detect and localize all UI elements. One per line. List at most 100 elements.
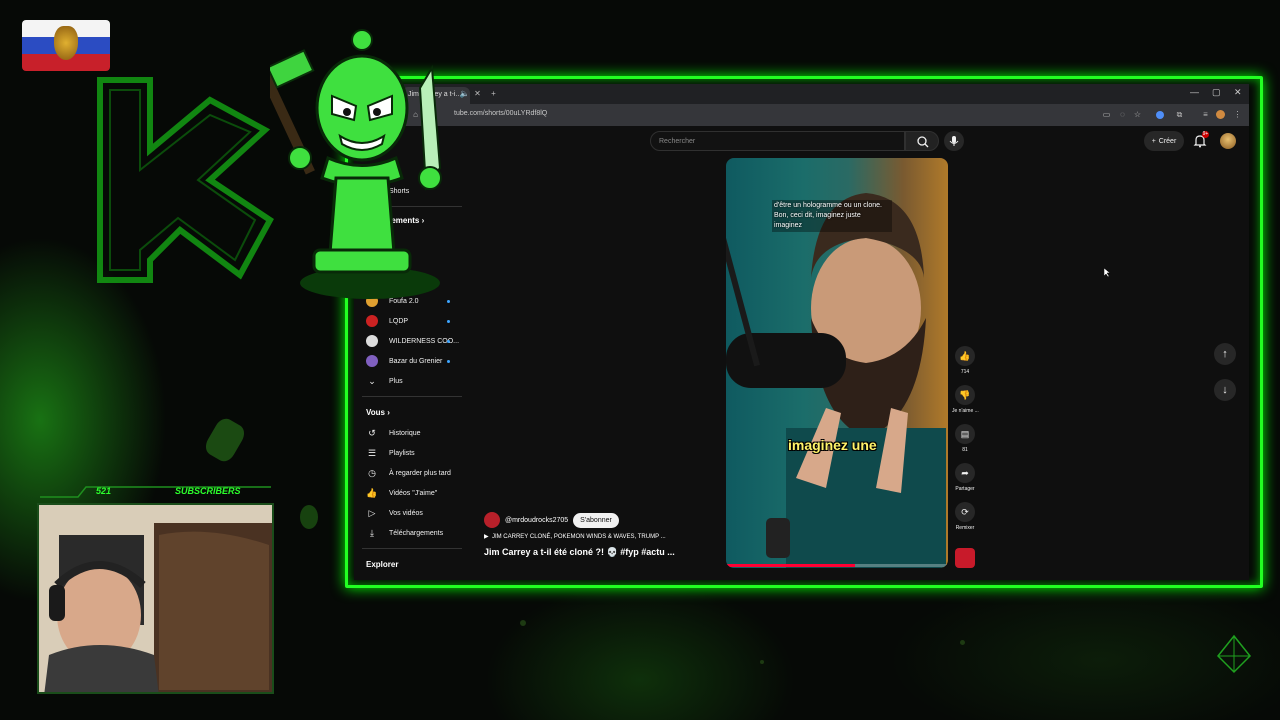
sidebar-channel-item[interactable]: Bazar du Grenier — [366, 352, 462, 370]
sidebar-divider — [362, 396, 462, 397]
mouse-cursor-icon — [1104, 268, 1110, 277]
sidebar-item-liked-videos[interactable]: 👍 Vidéos "J'aime" — [366, 484, 462, 502]
user-avatar[interactable] — [1220, 133, 1236, 149]
new-tab-icon[interactable]: + — [488, 88, 499, 99]
channel-avatar[interactable] — [484, 512, 500, 528]
short-channel-row: @mrdoudrocks2705 S'abonner — [484, 510, 619, 530]
subscriber-counter: 521 SUBSCRIBERS — [38, 485, 273, 499]
channel-avatar — [366, 315, 378, 327]
eye-off-icon[interactable]: ◌ — [1117, 109, 1128, 120]
sidebar-item-playlists[interactable]: ☰ Playlists — [366, 444, 462, 462]
like-button[interactable]: 👍 714 — [952, 346, 978, 375]
comment-icon: ▤ — [955, 424, 975, 444]
short-video-player[interactable]: d'être un hologramme ou un clone. Bon, c… — [726, 158, 948, 568]
remix-label: Remixer — [955, 525, 975, 531]
sidebar-item-downloads[interactable]: ⤓ Téléchargements — [366, 524, 462, 542]
create-button[interactable]: + Créer — [1144, 131, 1184, 151]
play-icon: ▶ — [484, 534, 489, 540]
short-sound-link[interactable]: ▶ JIM CARREY CLONÉ, POKEMON WINDS & WAVE… — [484, 533, 666, 540]
short-title[interactable]: Jim Carrey a t-il été cloné ?! 💀 #fyp #a… — [484, 547, 675, 558]
background-speck — [760, 660, 764, 664]
chess-mascot-image — [270, 29, 442, 299]
extensions-puzzle-icon[interactable]: ⧉ — [1174, 109, 1185, 120]
share-button[interactable]: ➦ Partager — [952, 463, 978, 492]
share-label: Partager — [955, 486, 975, 492]
channel-name: Bazar du Grenier — [389, 357, 443, 365]
create-label: Créer — [1158, 137, 1177, 145]
maximize-icon[interactable]: ▢ — [1212, 87, 1221, 98]
next-short-button[interactable]: ↓ — [1214, 379, 1236, 401]
subscriber-label: SUBSCRIBERS — [175, 486, 241, 496]
sound-thumbnail[interactable] — [955, 548, 975, 568]
thumbs-up-icon: 👍 — [955, 346, 975, 366]
youtube-page: ▶ Shorts Abonnements › Foufa 2.0 LQDP — [354, 126, 1249, 580]
background-splatter — [300, 505, 318, 529]
menu-kebab-icon[interactable]: ⋮ — [1232, 109, 1243, 120]
new-content-dot — [447, 340, 450, 343]
search-input[interactable]: Rechercher — [650, 131, 905, 151]
minimize-icon[interactable]: — — [1190, 87, 1199, 97]
sidebar-item-label: Historique — [389, 429, 421, 437]
remix-button[interactable]: ⟳ Remixer — [952, 502, 978, 531]
crystal-logo-icon — [1216, 634, 1252, 674]
tab-bar: Jim Carrey a t-i... 🔈 ✕ + — ▢ ✕ — [354, 84, 1249, 104]
thumbs-up-icon: 👍 — [366, 487, 378, 498]
russian-flag-image — [22, 20, 110, 72]
dislike-button[interactable]: 👎 Je n'aime ... — [952, 385, 979, 414]
channel-avatar — [366, 335, 378, 347]
sidebar-channel-item[interactable]: LQDP — [366, 312, 462, 330]
video-progress-bar[interactable] — [726, 564, 948, 567]
clock-icon: ◷ — [368, 467, 376, 478]
search-icon — [917, 136, 929, 148]
you-header[interactable]: Vous › — [366, 408, 390, 417]
search-button[interactable] — [905, 131, 939, 151]
sidebar-item-more[interactable]: ⌄ Plus — [366, 372, 462, 390]
notification-badge: 9+ — [1202, 131, 1209, 138]
new-content-dot — [447, 320, 450, 323]
extension-icon[interactable] — [1156, 111, 1164, 119]
dislike-label: Je n'aime ... — [952, 408, 979, 414]
voice-search-button[interactable] — [944, 131, 964, 151]
webcam-image — [39, 505, 272, 692]
plus-icon: + — [1151, 137, 1156, 145]
sidebar-item-history[interactable]: ↺ Historique — [366, 424, 462, 442]
explore-header: Explorer — [366, 560, 399, 569]
sidebar-item-label: Plus — [389, 377, 403, 385]
background-speck — [960, 640, 965, 645]
share-arrow-icon: ➦ — [955, 463, 975, 483]
sidebar-channel-item[interactable]: WILDERNESS COO... — [366, 332, 462, 350]
channel-handle[interactable]: @mrdoudrocks2705 — [505, 517, 568, 524]
like-count: 714 — [960, 369, 970, 375]
comments-button[interactable]: ▤ 81 — [952, 424, 978, 453]
profile-avatar[interactable] — [1216, 110, 1225, 119]
sidebar-item-watch-later[interactable]: ◷ À regarder plus tard — [366, 464, 462, 482]
channel-avatar — [366, 355, 378, 367]
cast-icon[interactable]: ▭ — [1101, 109, 1112, 120]
close-window-icon[interactable]: ✕ — [1234, 87, 1242, 98]
previous-short-button[interactable]: ↑ — [1214, 343, 1236, 365]
sidebar-item-label: Playlists — [389, 449, 415, 457]
download-icon: ⤓ — [370, 527, 374, 538]
burned-in-caption: imaginez une — [788, 437, 877, 453]
sidebar-item-label: Vidéos "J'aime" — [389, 489, 438, 497]
new-content-dot — [447, 360, 450, 363]
sound-title: JIM CARREY CLONÉ, POKEMON WINDS & WAVES,… — [491, 534, 666, 540]
microphone-icon — [949, 136, 959, 146]
close-tab-icon[interactable]: ✕ — [472, 88, 483, 99]
webcam-feed — [37, 503, 274, 694]
video-icon: ▷ — [368, 507, 376, 518]
sidebar-item-label: Téléchargements — [389, 529, 444, 537]
playlist-icon: ☰ — [367, 447, 377, 458]
address-bar: ⌂ tube.com/shorts/00uLYRdf8lQ ▭ ◌ ☆ ⧉ ≡ … — [354, 104, 1249, 126]
background-speck — [520, 620, 526, 626]
sidebar-item-your-videos[interactable]: ▷ Vos vidéos — [366, 504, 462, 522]
subscriber-count: 521 — [96, 486, 112, 496]
background-splatter — [202, 415, 248, 465]
sidebar-toggle-icon[interactable]: ≡ — [1200, 109, 1211, 120]
bookmark-star-icon[interactable]: ☆ — [1132, 109, 1143, 120]
subscribe-button[interactable]: S'abonner — [573, 512, 619, 528]
sidebar-item-label: À regarder plus tard — [389, 469, 451, 477]
browser-window: Jim Carrey a t-i... 🔈 ✕ + — ▢ ✕ ⌂ tube.c… — [354, 84, 1249, 580]
coat-of-arms-icon — [54, 26, 78, 60]
sidebar-item-label: Vos vidéos — [389, 509, 423, 517]
